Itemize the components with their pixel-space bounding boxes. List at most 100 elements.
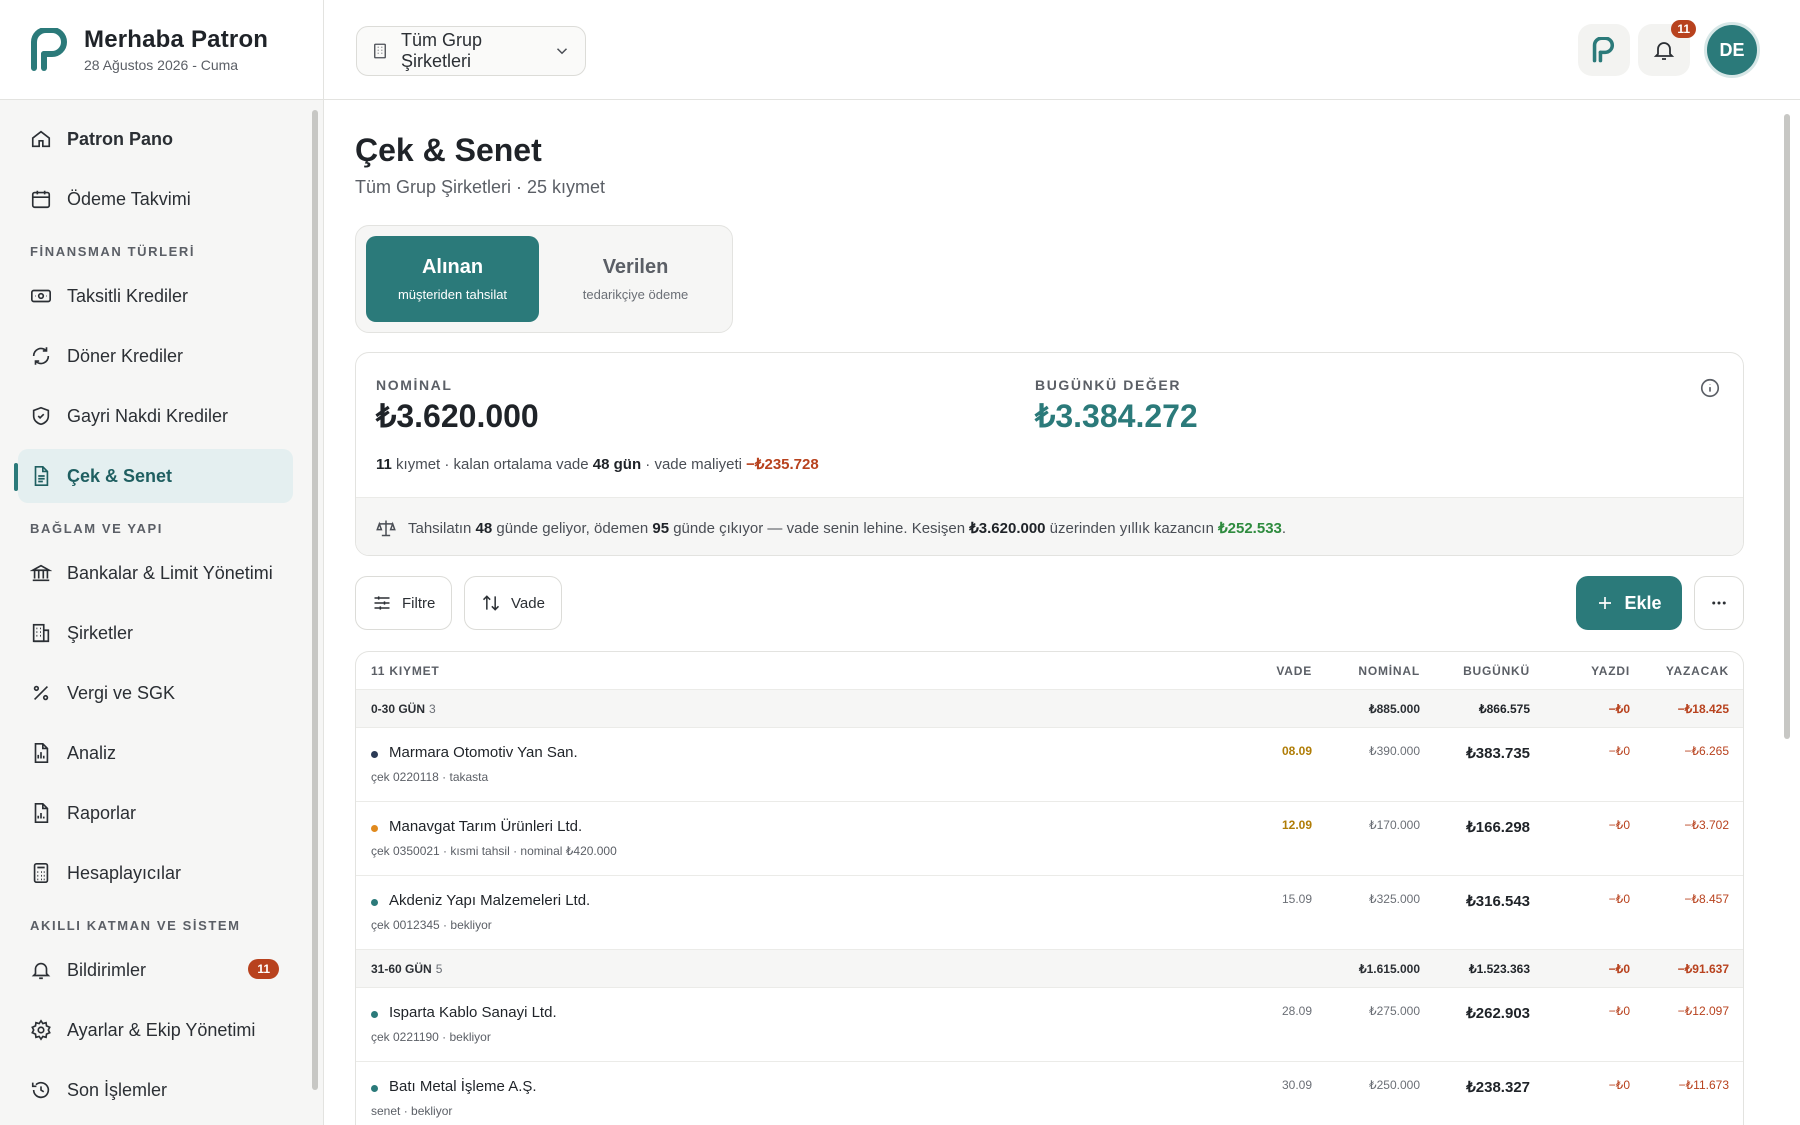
header-bugunku[interactable]: BUGÜNKÜ <box>1463 664 1530 678</box>
app-logo-button[interactable] <box>1578 24 1630 76</box>
banknote-icon <box>31 289 51 303</box>
brand-logo-icon[interactable] <box>28 27 72 72</box>
note-text: üzerinden yıllık kazancın <box>1045 519 1219 537</box>
avatar[interactable]: DE <box>1704 22 1760 78</box>
main-content: Çek & Senet Tüm Grup Şirketleri · 25 kıy… <box>324 100 1774 1125</box>
sidebar-item-vergi-sgk[interactable]: Vergi ve SGK <box>18 666 293 720</box>
row-nominal: ₺275.000 <box>1368 1004 1420 1018</box>
sidebar-item-ayarlar[interactable]: Ayarlar & Ekip Yönetimi <box>18 1003 293 1057</box>
sort-button[interactable]: Vade <box>464 576 562 630</box>
notification-count-badge: 11 <box>1671 20 1696 38</box>
group-range: 31-60 GÜN <box>371 962 432 976</box>
brand-title: Merhaba Patron <box>84 26 269 53</box>
assets-table: 11 KIYMET VADE NOMİNAL BUGÜNKÜ YAZDI YAZ… <box>355 651 1744 1125</box>
notifications-button[interactable]: 11 <box>1638 20 1696 76</box>
table-row[interactable]: Marmara Otomotiv Yan San. çek 0220118 · … <box>356 728 1743 802</box>
row-nominal: ₺250.000 <box>1368 1078 1420 1092</box>
sidebar-item-bildirimler[interactable]: Bildirimler 11 <box>18 943 293 997</box>
group-row[interactable]: 31-60 GÜN 5 ₺1.615.000 ₺1.523.363 −₺0 −₺9… <box>356 950 1743 988</box>
note-text: Tahsilatın <box>408 519 476 537</box>
plus-icon <box>1599 597 1612 609</box>
nominal-value: ₺3.620.000 <box>376 398 539 434</box>
row-meta: çek 0012345 · bekliyor <box>371 918 492 932</box>
calendar-icon <box>31 190 51 209</box>
table-row[interactable]: Batı Metal İşleme A.Ş. senet · bekliyor … <box>356 1062 1743 1125</box>
company-select[interactable]: Tüm Grup Şirketleri <box>356 26 586 76</box>
sidebar-item-raporlar[interactable]: Raporlar <box>18 786 293 840</box>
sidebar-item-label: Taksitli Krediler <box>67 285 189 306</box>
group-yazdi: −₺0 <box>1608 962 1630 976</box>
sidebar-item-bankalar[interactable]: Bankalar & Limit Yönetimi <box>18 546 293 600</box>
more-options-button[interactable] <box>1694 576 1744 630</box>
row-vade: 08.09 <box>1281 744 1312 758</box>
sidebar-scrollbar-thumb[interactable] <box>312 110 318 1090</box>
row-name: Akdeniz Yapı Malzemeleri Ltd. <box>389 892 591 909</box>
summary-text: · vade maliyeti <box>641 456 747 473</box>
header-vade[interactable]: VADE <box>1276 664 1312 678</box>
main-scrollbar[interactable] <box>1782 100 1792 1125</box>
row-yazdi: −₺0 <box>1608 1004 1630 1018</box>
sidebar-item-label: Raporlar <box>67 802 137 823</box>
info-icon[interactable] <box>1699 377 1721 399</box>
nav-section-title: AKILLI KATMAN VE SİSTEM <box>30 918 241 933</box>
average-maturity: 48 gün <box>592 456 642 473</box>
group-label: 31-60 GÜN 5 <box>371 962 442 976</box>
row-bugunku: ₺316.543 <box>1466 893 1530 910</box>
sidebar-item-odeme-takvimi[interactable]: Ödeme Takvimi <box>18 172 293 226</box>
header-nominal[interactable]: NOMİNAL <box>1358 664 1420 678</box>
refresh-icon <box>32 347 50 365</box>
main-scrollbar-thumb[interactable] <box>1784 114 1790 739</box>
segment-subtitle: müşteriden tahsilat <box>397 287 508 302</box>
sidebar-item-hesaplayicilar[interactable]: Hesaplayıcılar <box>18 846 293 900</box>
sidebar-item-patron-pano[interactable]: Patron Pano <box>18 112 293 166</box>
row-bugunku: ₺238.327 <box>1466 1079 1530 1096</box>
brand-date: 28 Ağustos 2026 - Cuma <box>84 57 239 73</box>
summary-text: kıymet · kalan ortalama vade <box>391 456 593 473</box>
group-yazdi: −₺0 <box>1608 702 1630 716</box>
nav-section-title: FİNANSMAN TÜRLERİ <box>30 244 196 259</box>
summary-stats-line: 11 kıymet · kalan ortalama vade 48 gün ·… <box>376 455 819 473</box>
row-yazacak: −₺8.457 <box>1684 892 1729 906</box>
header-yazdi[interactable]: YAZDI <box>1591 664 1630 678</box>
sidebar-scrollbar[interactable] <box>311 100 319 1125</box>
row-yazdi: −₺0 <box>1608 892 1630 906</box>
group-label: 0-30 GÜN 3 <box>371 702 436 716</box>
sidebar-item-analiz[interactable]: Analiz <box>18 726 293 780</box>
table-row[interactable]: Akdeniz Yapı Malzemeleri Ltd. çek 001234… <box>356 876 1743 950</box>
row-vade: 12.09 <box>1281 818 1312 832</box>
filter-button[interactable]: Filtre <box>355 576 453 630</box>
sidebar-item-doner-krediler[interactable]: Döner Krediler <box>18 329 293 383</box>
segment-received[interactable]: Alınan müşteriden tahsilat <box>366 236 539 322</box>
note-text: günde çıkıyor — vade senin lehine. Kesiş… <box>669 519 970 537</box>
add-button[interactable]: Ekle <box>1576 576 1682 630</box>
row-meta: senet · bekliyor <box>371 1104 453 1118</box>
table-row[interactable]: Manavgat Tarım Ürünleri Ltd. çek 0350021… <box>356 802 1743 876</box>
sort-icon <box>482 595 500 611</box>
sidebar-item-cek-senet[interactable]: Çek & Senet <box>14 449 293 503</box>
report-chart-icon <box>34 743 49 763</box>
sort-label: Vade <box>511 594 545 612</box>
row-yazacak: −₺12.097 <box>1677 1004 1729 1018</box>
direction-toggle: Alınan müşteriden tahsilat Verilen tedar… <box>355 225 733 333</box>
nominal-label: NOMİNAL <box>376 377 453 393</box>
row-nominal: ₺390.000 <box>1368 744 1420 758</box>
table-row[interactable]: Isparta Kablo Sanayi Ltd. çek 0221190 · … <box>356 988 1743 1062</box>
sidebar-item-label: Son İşlemler <box>67 1079 168 1100</box>
sidebar-item-son-islemler[interactable]: Son İşlemler <box>18 1063 293 1117</box>
sidebar-item-label: Ayarlar & Ekip Yönetimi <box>67 1019 256 1040</box>
nav-section-title: BAĞLAM VE YAPI <box>30 521 163 536</box>
row-yazacak: −₺6.265 <box>1684 744 1729 758</box>
segment-given[interactable]: Verilen tedarikçiye ödeme <box>549 236 722 322</box>
row-yazacak: −₺3.702 <box>1684 818 1729 832</box>
group-bugunku: ₺1.523.363 <box>1468 962 1530 976</box>
header-yazacak[interactable]: YAZACAK <box>1666 664 1729 678</box>
sidebar-item-gayri-nakdi[interactable]: Gayri Nakdi Krediler <box>18 389 293 443</box>
sliders-icon <box>374 596 390 610</box>
sidebar-item-sirketler[interactable]: Şirketler <box>18 606 293 660</box>
sidebar-item-taksitli-krediler[interactable]: Taksitli Krediler <box>18 269 293 323</box>
segment-title: Verilen <box>602 256 669 278</box>
row-bugunku: ₺262.903 <box>1466 1005 1530 1022</box>
present-value-label: BUGÜNKÜ DEĞER <box>1035 377 1182 393</box>
group-row[interactable]: 0-30 GÜN 3 ₺885.000 ₺866.575 −₺0 −₺18.425 <box>356 690 1743 728</box>
company-select-value: Tüm Grup Şirketleri <box>401 30 483 71</box>
